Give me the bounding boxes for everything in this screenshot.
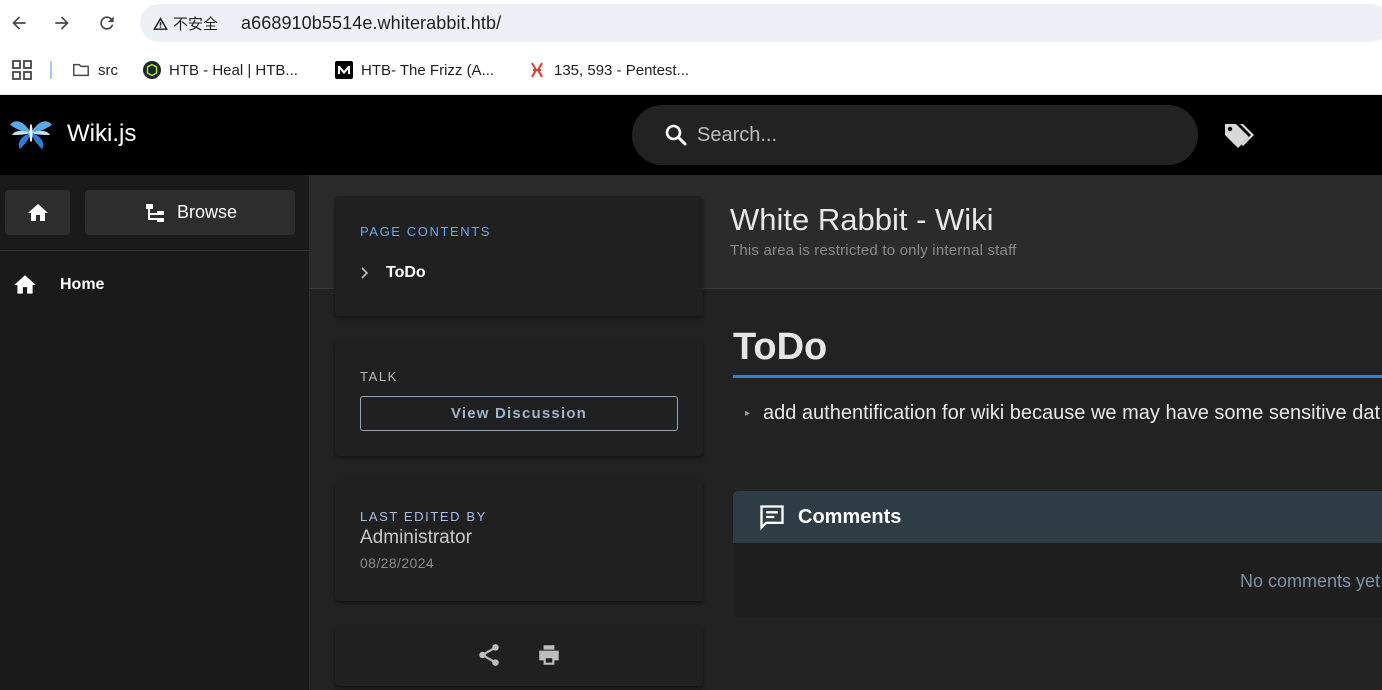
bookmark-label: 135, 593 - Pentest... xyxy=(554,61,690,79)
print-button[interactable] xyxy=(534,640,564,670)
page-actions-card xyxy=(335,626,703,686)
bookmark-htb-heal[interactable]: HTB - Heal | HTB... xyxy=(143,58,298,82)
sidebar-item-home[interactable]: Home xyxy=(0,265,310,305)
brand-title[interactable]: Wiki.js xyxy=(67,120,136,148)
bullet-icon: ▸ xyxy=(745,408,751,419)
file-tree-icon xyxy=(145,203,164,222)
browser-toolbar: 不安全 a668910b5514e.whiterabbit.htb/ xyxy=(0,0,1382,46)
last-edited-label: LAST EDITED BY xyxy=(360,509,487,524)
folder-icon xyxy=(72,61,90,79)
back-button[interactable] xyxy=(5,9,33,37)
url-text[interactable]: a668910b5514e.whiterabbit.htb/ xyxy=(241,13,501,34)
address-bar[interactable]: 不安全 a668910b5514e.whiterabbit.htb/ xyxy=(140,4,1382,42)
heading-underline xyxy=(733,375,1382,378)
content-heading: ToDo xyxy=(733,326,828,368)
bookmark-hacktricks[interactable]: 135, 593 - Pentest... xyxy=(528,58,689,82)
page-title: White Rabbit - Wiki xyxy=(730,202,994,237)
comment-icon xyxy=(760,505,784,531)
talk-card: TALK View Discussion xyxy=(335,341,703,456)
browse-label: Browse xyxy=(176,202,238,222)
talk-label: TALK xyxy=(360,369,398,384)
edit-date: 08/28/2024 xyxy=(360,555,435,571)
last-edited-card: LAST EDITED BY Administrator 08/28/2024 xyxy=(335,481,703,601)
search-icon xyxy=(665,124,687,146)
bookmark-label: src xyxy=(98,61,118,79)
left-navigation: Browse Home xyxy=(0,175,310,690)
toc-item-label: ToDo xyxy=(386,264,426,281)
tags-icon[interactable] xyxy=(1222,121,1254,149)
bookmark-label: HTB - Heal | HTB... xyxy=(169,61,298,79)
page-contents-label: PAGE CONTENTS xyxy=(360,224,492,239)
security-chip[interactable]: 不安全 xyxy=(152,13,218,33)
forward-button[interactable] xyxy=(48,9,76,37)
home-icon xyxy=(14,275,36,294)
toc-item-todo[interactable]: ToDo xyxy=(360,264,426,282)
bookmarks-bar: src HTB - Heal | HTB... HTB- The Frizz (… xyxy=(0,46,1382,95)
comments-title: Comments xyxy=(798,506,902,528)
search-placeholder: Search... xyxy=(697,124,778,146)
editor-name: Administrator xyxy=(360,527,472,548)
share-button[interactable] xyxy=(474,640,504,670)
home-icon xyxy=(27,203,48,221)
arrow-left-icon xyxy=(12,16,26,30)
search-input[interactable]: Search... xyxy=(632,105,1198,165)
view-discussion-button[interactable]: View Discussion xyxy=(360,396,678,431)
htb-favicon xyxy=(143,61,161,79)
comments-section: Comments No comments yet xyxy=(733,491,1382,618)
arrow-right-icon xyxy=(55,16,69,30)
bookmark-htb-frizz[interactable]: HTB- The Frizz (A... xyxy=(335,58,494,82)
share-icon xyxy=(479,644,499,666)
comments-header: Comments xyxy=(733,491,1382,543)
bookmark-src[interactable]: src xyxy=(72,58,118,82)
wikijs-logo-icon[interactable] xyxy=(8,113,54,153)
reload-icon xyxy=(100,16,114,30)
printer-icon xyxy=(539,645,559,665)
wiki-header: Wiki.js Search... xyxy=(0,95,1382,175)
security-label: 不安全 xyxy=(173,15,219,33)
chevron-right-icon xyxy=(361,267,369,279)
sidebar-item-label: Home xyxy=(60,276,105,293)
reload-button[interactable] xyxy=(93,9,121,37)
home-button[interactable] xyxy=(5,190,70,235)
hacktricks-favicon xyxy=(528,61,546,79)
todo-item: add authentification for wiki because we… xyxy=(763,402,1381,424)
nav-divider xyxy=(0,250,310,251)
page-contents-card: PAGE CONTENTS ToDo xyxy=(335,196,703,316)
bookmark-label: HTB- The Frizz (A... xyxy=(361,61,495,79)
browse-button[interactable]: Browse xyxy=(85,190,295,235)
apps-grid-icon[interactable] xyxy=(12,60,32,80)
bookmark-separator xyxy=(50,61,52,79)
warning-icon xyxy=(153,16,168,30)
medium-favicon xyxy=(335,61,353,79)
page-description: This area is restricted to only internal… xyxy=(730,242,1017,259)
no-comments-text: No comments yet xyxy=(1240,571,1381,591)
